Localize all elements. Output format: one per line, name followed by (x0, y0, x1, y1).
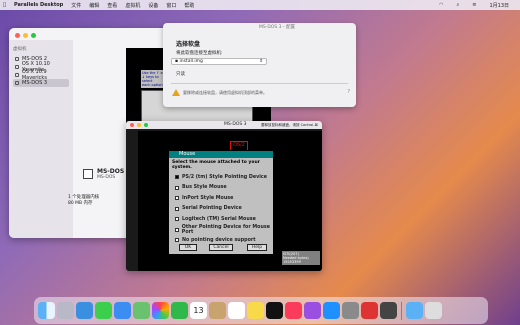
notes-icon[interactable] (247, 302, 264, 319)
floppy-selector[interactable]: ▪ install.img ⇕ (171, 58, 267, 65)
menu-devices[interactable]: 设备 (148, 2, 158, 9)
control-center-icon[interactable]: ≡ (472, 2, 476, 8)
mouse-option-list: PS/2 (tm) Style Pointing Device Bus Styl… (169, 172, 273, 246)
wifi-icon[interactable]: ◠ (439, 2, 443, 8)
facetime-icon[interactable] (171, 302, 188, 319)
help-button[interactable]: Help (247, 244, 267, 251)
radio (175, 217, 179, 222)
zoom-button[interactable] (31, 33, 36, 38)
radio (175, 227, 179, 232)
menu-edit[interactable]: 编辑 (89, 2, 99, 9)
sheet-window-title: MS-DOS 3 - 配置 (259, 25, 296, 30)
vm-icon (15, 81, 19, 85)
dock-separator (401, 301, 402, 320)
mouse-dialog-prompt: Select the mouse attached to your system… (172, 160, 260, 170)
menu-window[interactable]: 窗口 (166, 2, 176, 9)
maps-icon[interactable] (133, 302, 150, 319)
mouse-option[interactable]: Serial Pointing Device (169, 204, 273, 215)
launchpad-icon[interactable] (57, 302, 74, 319)
mail-icon[interactable] (114, 302, 131, 319)
parallels-icon[interactable] (361, 302, 378, 319)
search-icon[interactable]: ⌕ (456, 2, 459, 8)
menu-vm[interactable]: 虚拟机 (125, 2, 140, 9)
minimize-button[interactable] (137, 123, 141, 127)
vm-name: MS-DOS (97, 168, 125, 175)
appletv-icon[interactable] (266, 302, 283, 319)
vm-icon (15, 57, 19, 61)
mouse-option[interactable]: Bus Style Mouse (169, 183, 273, 194)
safari-icon[interactable] (76, 302, 93, 319)
calendar-icon[interactable]: 13 (190, 302, 207, 319)
sheet-subtitle: 将此软盘连接至虚拟机: (176, 51, 223, 56)
floppy-sheet: MS-DOS 3 - 配置 选择软盘 将此软盘连接至虚拟机: ▪ install… (163, 23, 356, 107)
sheet-info: 要移除或连接软盘，请使用虚拟机顶部的菜单。 (183, 90, 267, 95)
vm-item-mavericks[interactable]: OS X 10.9 Mavericks (13, 69, 69, 81)
vm-window-controls (130, 123, 148, 127)
mouse-option[interactable]: InPort Style Mouse (169, 193, 273, 204)
vm-titlebar: MS-DOS 3 要释放鼠标和键盘，请按 Control-⌘ (126, 121, 322, 129)
readonly-label: 只读 (176, 72, 185, 77)
ok-button[interactable]: OK (179, 244, 197, 251)
mouse-option[interactable]: Logitech (TM) Serial Mouse (169, 214, 273, 225)
radio (175, 238, 179, 243)
radio (175, 206, 179, 211)
minimize-button[interactable] (23, 33, 28, 38)
system-preferences-icon[interactable] (342, 302, 359, 319)
floppy-file: install.img (179, 59, 203, 64)
menu-bar:  Parallels Desktop 文件 编辑 查看 虚拟机 设备 窗口 帮… (0, 0, 520, 10)
msdos-logo-icon (83, 169, 93, 179)
radio-selected (175, 175, 179, 180)
mouse-option[interactable]: PS/2 (tm) Style Pointing Device (169, 172, 273, 183)
menu-file[interactable]: 文件 (71, 2, 81, 9)
music-icon[interactable] (285, 302, 302, 319)
menu-help[interactable]: 帮助 (184, 2, 194, 9)
radio (175, 185, 179, 190)
apple-icon[interactable]:  (3, 2, 6, 8)
sheet-divider (171, 83, 348, 84)
close-button[interactable] (130, 123, 134, 127)
chevron-updown-icon: ⇕ (259, 59, 263, 64)
vm-detail: MS-DOS MS-DOS 1 个处理器内核 80 MB 内存 (68, 168, 125, 206)
vm-os: MS-DOS (97, 175, 116, 180)
vm-window-hint: 要释放鼠标和键盘，请按 Control-⌘ (261, 123, 319, 127)
radio (175, 196, 179, 201)
mouse-dialog: Mouse Select the mouse attached to your … (168, 150, 274, 255)
menu-app[interactable]: Parallels Desktop (14, 2, 63, 8)
mouse-dialog-title: Mouse (169, 151, 273, 158)
contacts-icon[interactable] (209, 302, 226, 319)
close-button[interactable] (15, 33, 20, 38)
finder-icon[interactable] (38, 302, 55, 319)
messages-icon[interactable] (95, 302, 112, 319)
help-icon[interactable]: ? (347, 89, 350, 95)
vm-sidebar: 虚拟机 MS-DOS 2 OS X 10.10 Yosemite OS X 10… (9, 40, 73, 238)
window-controls (15, 33, 36, 38)
cancel-button[interactable]: Cancel (209, 244, 233, 251)
appstore-icon[interactable] (323, 302, 340, 319)
sidebar-header: 虚拟机 (13, 47, 27, 52)
vm-window-title: MS-DOS 3 (224, 122, 247, 127)
reminders-icon[interactable] (228, 302, 245, 319)
msdos-vm-icon[interactable] (380, 302, 397, 319)
sheet-titlebar: MS-DOS 3 - 配置 (163, 23, 356, 33)
dock: 13 (34, 297, 488, 324)
vm-icon (15, 65, 19, 69)
mouse-option[interactable]: Other Pointing Device for Mouse Port (169, 225, 273, 236)
photos-icon[interactable] (152, 302, 169, 319)
sheet-title: 选择软盘 (176, 41, 201, 48)
warning-icon (172, 89, 180, 96)
dos-side-text: ISTI(207) Needed bytes) 19253399 (282, 251, 320, 265)
menubar-date[interactable]: 1月13日 (489, 2, 509, 9)
vm-icon (15, 73, 19, 77)
downloads-icon[interactable] (406, 302, 423, 319)
trash-icon[interactable] (425, 302, 442, 319)
podcasts-icon[interactable] (304, 302, 321, 319)
menu-view[interactable]: 查看 (107, 2, 117, 9)
zoom-button[interactable] (144, 123, 148, 127)
vm-ram: 80 MB 内存 (68, 201, 93, 206)
